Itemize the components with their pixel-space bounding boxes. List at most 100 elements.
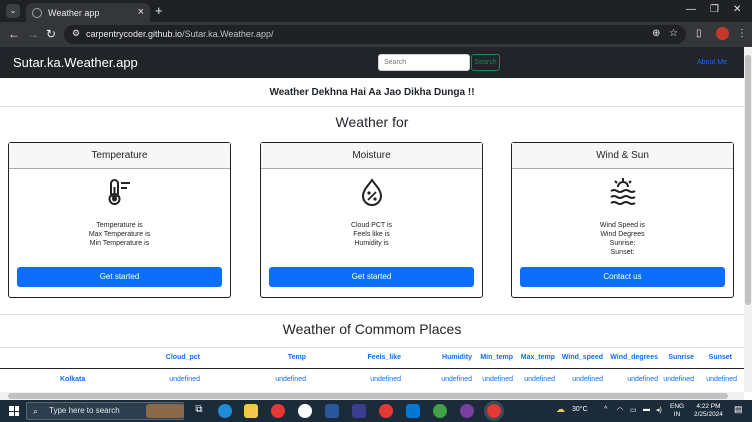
card-line: Humidity is bbox=[354, 240, 389, 247]
table-cell: undefined bbox=[524, 376, 555, 383]
card-line: Sunset: bbox=[610, 249, 635, 256]
table-top-border bbox=[0, 347, 744, 348]
card-line: Cloud PCT is bbox=[350, 222, 393, 229]
search-button[interactable]: Search bbox=[471, 54, 500, 71]
get-started-button[interactable]: Get started bbox=[17, 267, 222, 287]
windows-start-icon[interactable] bbox=[9, 406, 19, 416]
notification-icon[interactable]: ▤ bbox=[734, 404, 743, 415]
chrome-active-icon[interactable] bbox=[484, 401, 504, 421]
address-bar[interactable]: ⚙ carpentrycoder.github.io/Sutar.ka.Weat… bbox=[64, 25, 686, 44]
forward-icon[interactable]: → bbox=[27, 27, 39, 41]
table-cell: undefined bbox=[275, 376, 306, 383]
table-cell: undefined bbox=[441, 376, 472, 383]
card-line: Sunrise: bbox=[609, 240, 636, 247]
divider bbox=[0, 106, 744, 107]
table-cell: undefined bbox=[482, 376, 513, 383]
card-title: Temperature bbox=[9, 143, 230, 169]
github-desktop-icon[interactable] bbox=[460, 404, 474, 418]
about-me-link[interactable]: About Me bbox=[697, 59, 727, 66]
moisture-card: Moisture Cloud PCT is Feels like is Humi… bbox=[260, 142, 483, 298]
zoom-icon[interactable]: ⊕ bbox=[652, 28, 660, 39]
minimize-icon[interactable]: — bbox=[686, 4, 696, 15]
language-indicator[interactable]: ENG IN bbox=[670, 403, 684, 419]
card-line: Temperature is bbox=[96, 222, 143, 229]
card-line: Max Temperature is bbox=[88, 231, 151, 238]
url-path: /Sutar.ka.Weather.app/ bbox=[182, 29, 274, 39]
humidity-drop-icon bbox=[261, 177, 482, 207]
column-header-wind-speed: Wind_speed bbox=[561, 354, 603, 361]
search-highlight-icon[interactable] bbox=[146, 404, 184, 418]
column-header-temp: Temp bbox=[287, 354, 306, 361]
card-title: Wind & Sun bbox=[512, 143, 733, 169]
back-icon[interactable]: ← bbox=[8, 27, 20, 41]
url-host: carpentrycoder.github.io bbox=[86, 29, 183, 39]
column-header-cloud-pct: Cloud_pct bbox=[165, 354, 200, 361]
tray-chevron-icon[interactable]: ^ bbox=[604, 406, 607, 413]
globe-icon bbox=[32, 7, 42, 18]
github-icon[interactable] bbox=[298, 404, 312, 418]
table-header-border bbox=[0, 368, 744, 369]
wind-sun-icon bbox=[512, 177, 733, 207]
browser-menu-icon[interactable]: ⋮ bbox=[737, 28, 747, 39]
site-info-icon[interactable]: ⚙ bbox=[72, 28, 80, 39]
chrome-profile-icon[interactable] bbox=[379, 404, 393, 418]
weather-temp[interactable]: 30°C bbox=[572, 406, 588, 413]
side-panel-icon[interactable]: ▯ bbox=[696, 28, 702, 39]
browser-tab[interactable]: Weather app × bbox=[26, 3, 150, 22]
column-header-max-temp: Max_temp bbox=[520, 354, 555, 361]
edge-icon[interactable] bbox=[218, 404, 232, 418]
reload-icon[interactable]: ↻ bbox=[46, 27, 56, 41]
volume-icon[interactable]: ◂) bbox=[656, 406, 662, 414]
bookmark-star-icon[interactable]: ☆ bbox=[669, 28, 678, 39]
vertical-scrollbar[interactable] bbox=[744, 47, 752, 392]
close-window-icon[interactable]: ✕ bbox=[733, 4, 741, 15]
row-place-kolkata: Kolkata bbox=[60, 376, 86, 383]
profile-avatar[interactable] bbox=[716, 27, 729, 40]
chrome-icon[interactable] bbox=[271, 404, 285, 418]
moisture-details: Cloud PCT is Feels like is Humidity is bbox=[261, 221, 482, 248]
card-title: Moisture bbox=[261, 143, 482, 169]
taskbar-search-placeholder: Type here to search bbox=[49, 406, 120, 415]
vscode-icon[interactable] bbox=[406, 404, 420, 418]
network-icon[interactable]: ◠ bbox=[617, 406, 623, 414]
card-line: Wind Degrees bbox=[600, 231, 645, 238]
file-explorer-icon[interactable] bbox=[244, 404, 258, 418]
column-header-sunrise: Sunrise bbox=[668, 354, 694, 361]
brand-link[interactable]: Sutar.ka.Weather.app bbox=[13, 55, 138, 70]
wind-sun-details: Wind Speed is Wind Degrees Sunrise: Suns… bbox=[512, 221, 733, 257]
lang-bottom: IN bbox=[673, 411, 681, 418]
column-header-sunset: Sunset bbox=[708, 354, 732, 361]
close-tab-icon[interactable]: × bbox=[138, 6, 144, 18]
card-line: Wind Speed is bbox=[599, 222, 646, 229]
wind-sun-card: Wind & Sun Wind Speed is Wind Degrees Su… bbox=[511, 142, 734, 298]
windows-taskbar: ⌕ Type here to search ⧉ ☁ 30°C ^ ◠ ▭ ▬ ◂… bbox=[0, 400, 752, 422]
card-line: Min Temperature is bbox=[89, 240, 150, 247]
tab-title: Weather app bbox=[48, 7, 100, 18]
chrome-profile-icon[interactable] bbox=[433, 404, 447, 418]
browser-toolbar: ← → ↻ ⚙ carpentrycoder.github.io/Sutar.k… bbox=[0, 22, 752, 47]
contact-us-button[interactable]: Contact us bbox=[520, 267, 725, 287]
common-places-title: Weather of Commom Places bbox=[282, 321, 462, 337]
ide-icon[interactable] bbox=[352, 404, 366, 418]
thermometer-icon bbox=[9, 177, 230, 207]
table-cell: undefined bbox=[169, 376, 200, 383]
search-input[interactable] bbox=[378, 54, 470, 71]
word-icon[interactable] bbox=[325, 404, 339, 418]
battery-icon[interactable]: ▬ bbox=[643, 406, 650, 413]
get-started-button[interactable]: Get started bbox=[269, 267, 474, 287]
horizontal-scrollbar[interactable] bbox=[0, 392, 744, 400]
scrollbar-thumb[interactable] bbox=[745, 55, 751, 305]
weather-sun-icon[interactable]: ☁ bbox=[556, 404, 565, 415]
scrollbar-thumb[interactable] bbox=[8, 393, 728, 399]
table-cell: undefined bbox=[572, 376, 603, 383]
clock-time: 4:22 PM bbox=[696, 403, 721, 410]
clock-date: 2/25/2024 bbox=[694, 411, 723, 418]
tagline: Weather Dekhna Hai Aa Jao Dikha Dunga !! bbox=[269, 87, 475, 98]
task-view-icon[interactable]: ⧉ bbox=[192, 404, 206, 418]
browser-tabstrip: ⌄ Weather app × + — ❐ ✕ bbox=[0, 0, 752, 22]
display-icon[interactable]: ▭ bbox=[630, 406, 637, 414]
clock[interactable]: 4:22 PM 2/25/2024 bbox=[694, 403, 723, 419]
tab-search-icon[interactable]: ⌄ bbox=[6, 4, 20, 18]
restore-icon[interactable]: ❐ bbox=[710, 4, 719, 15]
new-tab-icon[interactable]: + bbox=[155, 3, 163, 18]
